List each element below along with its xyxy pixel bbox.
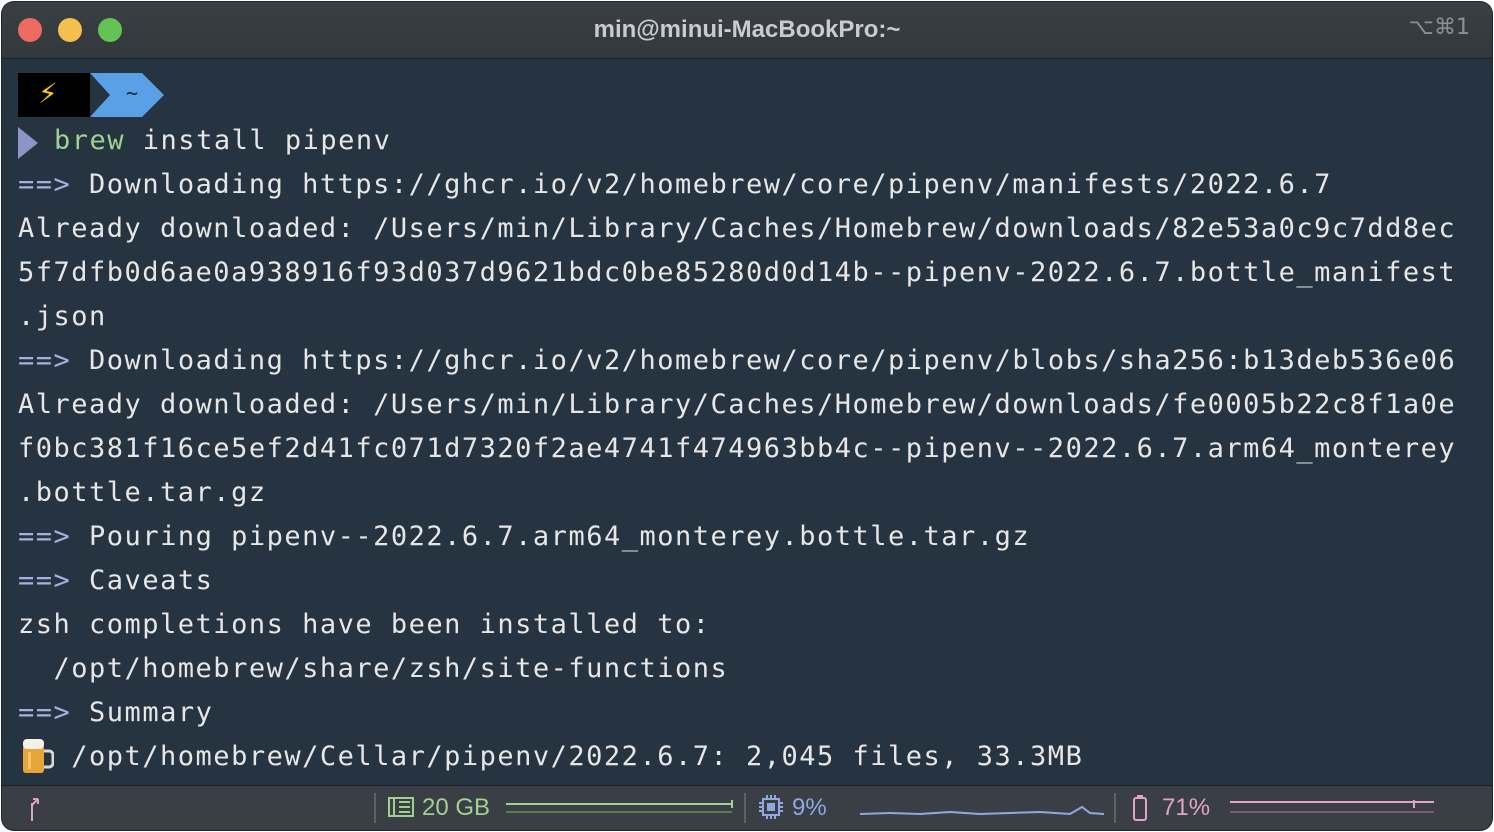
battery-graph <box>1230 800 1434 813</box>
output-text: Downloading https://ghcr.io/v2/homebrew/… <box>89 169 1332 200</box>
output-text: f0bc381f16ce5ef2d41fc071d7320f2ae4741f47… <box>18 433 1457 464</box>
status-separator <box>744 793 746 823</box>
prompt-dir-label: ~ <box>126 81 139 105</box>
disk-usage-graph <box>506 800 733 813</box>
battery-icon <box>1133 795 1147 821</box>
status-separator <box>374 793 376 823</box>
output-prefix: ==> <box>18 697 72 728</box>
output-line: .json <box>18 295 107 339</box>
prompt-segment-status: ⚡ <box>18 73 90 117</box>
output-line: /opt/homebrew/Cellar/pipenv/2022.6.7: 2,… <box>18 735 1083 779</box>
output-line: ==> Summary <box>18 691 213 735</box>
output-text: Already downloaded: /Users/min/Library/C… <box>18 213 1457 244</box>
output-prefix: ==> <box>18 345 72 376</box>
title-bar: min@minui-MacBookPro:~ ⌥⌘1 <box>2 2 1492 59</box>
output-text: /opt/homebrew/Cellar/pipenv/2022.6.7: 2,… <box>18 741 1084 772</box>
output-line: Already downloaded: /Users/min/Library/C… <box>18 207 1456 251</box>
disk-usage-label: 20 GB <box>422 794 491 821</box>
cpu-icon <box>759 795 783 819</box>
battery-label: 71% <box>1162 794 1211 821</box>
lightning-icon: ⚡ <box>38 77 58 110</box>
output-text: Pouring pipenv--2022.6.7.arm64_monterey.… <box>89 521 1031 552</box>
cpu-usage-label: 9% <box>792 794 827 821</box>
output-prefix: ==> <box>18 565 72 596</box>
prompt-caret-icon <box>18 127 38 159</box>
output-prefix: ==> <box>18 169 72 200</box>
output-text: Downloading https://ghcr.io/v2/homebrew/… <box>89 345 1457 376</box>
command-args: install pipenv <box>142 125 392 156</box>
git-branch-icon <box>31 798 39 821</box>
beer-mug-icon <box>23 739 54 773</box>
output-line: ==> Downloading https://ghcr.io/v2/homeb… <box>18 163 1332 207</box>
output-line: ==> Downloading https://ghcr.io/v2/homeb… <box>18 339 1456 383</box>
terminal-content[interactable]: ⚡ ~ brew install pipenv ==> Downloading … <box>2 59 1492 786</box>
terminal-window: min@minui-MacBookPro:~ ⌥⌘1 ⚡ ~ brew inst… <box>2 2 1492 830</box>
output-text: Summary <box>89 697 214 728</box>
window-title: min@minui-MacBookPro:~ <box>593 16 901 43</box>
command-line: brew install pipenv <box>54 119 391 163</box>
output-text: Already downloaded: /Users/min/Library/C… <box>18 389 1457 420</box>
output-line: .bottle.tar.gz <box>18 471 267 515</box>
output-text: 5f7dfb0d6ae0a938916f93d037d9621bdc0be852… <box>18 257 1457 288</box>
command-program: brew <box>54 125 126 156</box>
output-line: Already downloaded: /Users/min/Library/C… <box>18 383 1456 427</box>
output-line: zsh completions have been installed to: <box>18 603 710 647</box>
output-text: .json <box>18 301 107 332</box>
status-separator <box>1114 793 1116 823</box>
output-text: zsh completions have been installed to: <box>18 609 711 640</box>
output-prefix: ==> <box>18 521 72 552</box>
output-line: ==> Pouring pipenv--2022.6.7.arm64_monte… <box>18 515 1030 559</box>
disk-icon <box>388 797 414 817</box>
prompt-segment-dir: ~ <box>90 73 164 124</box>
cpu-usage-graph <box>860 805 1105 816</box>
output-line: ==> Caveats <box>18 559 213 603</box>
output-text: Caveats <box>89 565 214 596</box>
status-bar: 20 GB 9% 71% <box>2 785 1492 830</box>
output-line: 5f7dfb0d6ae0a938916f93d037d9621bdc0be852… <box>18 251 1456 295</box>
output-text: /opt/homebrew/share/zsh/site-functions <box>18 653 729 684</box>
output-line: f0bc381f16ce5ef2d41fc071d7320f2ae4741f47… <box>18 427 1456 471</box>
output-line: /opt/homebrew/share/zsh/site-functions <box>18 647 728 691</box>
window-shortcut: ⌥⌘1 <box>1408 15 1470 40</box>
output-text: .bottle.tar.gz <box>18 477 267 508</box>
